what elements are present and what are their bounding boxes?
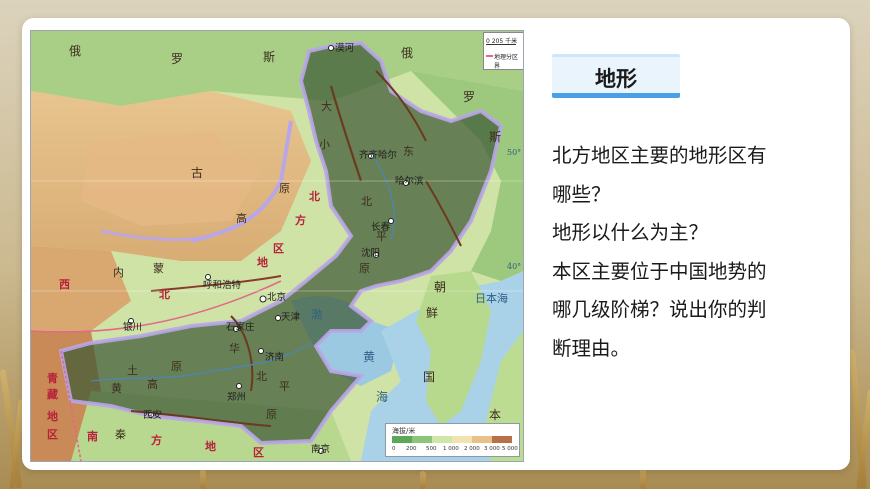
elevation-tick: 5 000 xyxy=(502,446,518,452)
map-label-loess: 黄 xyxy=(111,382,122,395)
map-label-mongolia: 古 xyxy=(191,166,204,180)
map-label-shijiazhuang: 石家庄 xyxy=(226,322,255,333)
elevation-swatch xyxy=(412,436,432,443)
map-label-xingan: 小 xyxy=(319,138,330,151)
map-label-yellow-sea: 海 xyxy=(376,390,389,404)
map-label-russia-east: 俄 xyxy=(401,46,414,60)
elevation-tick: 500 xyxy=(426,446,437,452)
question-line: 本区主要位于中国地势的 xyxy=(552,259,767,283)
elevation-swatch xyxy=(432,436,452,443)
map-label-north-region: 区 xyxy=(273,242,284,255)
map-label-bohai: 渤 xyxy=(311,308,322,321)
map-label-loess: 原 xyxy=(171,360,182,373)
map-label-plateau: 原 xyxy=(279,182,290,195)
map-label-yinchuan: 银川 xyxy=(123,322,143,333)
boundary-line-swatch xyxy=(486,55,493,57)
map-label-north-region: 北 xyxy=(309,190,320,203)
elevation-legend-title: 海拔/米 xyxy=(392,427,416,435)
elevation-swatch xyxy=(492,436,512,443)
question-line: 北方地区主要的地形区有 xyxy=(552,144,767,167)
map-label-loess: 高 xyxy=(147,378,158,391)
elevation-tick: 1 000 xyxy=(443,446,459,452)
section-header: 地形 xyxy=(552,54,680,98)
map-label-huabei: 华 xyxy=(229,342,240,355)
elevation-swatch xyxy=(392,436,412,443)
map-label-huabei: 平 xyxy=(279,380,290,393)
map-label-russia-east: 斯 xyxy=(489,130,502,144)
elevation-tick: 200 xyxy=(406,446,417,452)
map-label-qingzang: 藏 xyxy=(47,388,58,401)
elevation-tick: 0 xyxy=(392,446,396,452)
map-label-korea-south: 国 xyxy=(423,370,436,384)
map-label-korea: 朝 xyxy=(434,280,447,294)
map-label-north-region: 方 xyxy=(295,214,306,227)
map-label-mohe: 漠河 xyxy=(335,43,355,54)
question-line: 哪些？ xyxy=(552,182,611,206)
map-label-korea: 鲜 xyxy=(426,306,439,320)
map-label-russia: 俄 xyxy=(69,44,82,58)
map-label-beijing: 北京 xyxy=(267,292,287,303)
elevation-tick: 3 000 xyxy=(484,446,500,452)
map-label-northwest: 西 xyxy=(59,278,70,291)
map-label-xian: 西安 xyxy=(143,410,163,421)
elevation-color-bar xyxy=(392,436,512,443)
map-label-loess: 土 xyxy=(127,364,138,377)
map-label-shenyang: 沈阳 xyxy=(361,248,381,259)
map-label-daxinganling: 大 xyxy=(321,100,332,113)
map-label-yellow-sea: 黄 xyxy=(363,350,376,364)
elevation-swatch xyxy=(472,436,492,443)
map-label-south-region: 方 xyxy=(151,434,162,447)
scale-bar xyxy=(486,44,516,45)
map-label-south-region: 地 xyxy=(205,440,216,453)
map-label-sea-of-japan: 日本海 xyxy=(475,292,508,305)
map-scale-box: 0 205 千米 地理分区界 xyxy=(483,32,523,70)
question-line: 哪几级阶梯？说出你的判 xyxy=(552,298,767,321)
section-title: 地形 xyxy=(595,67,637,91)
map-label-jinan: 济南 xyxy=(265,352,285,363)
map-label-latitude: 50° xyxy=(507,148,522,157)
elevation-legend: 海拔/米 0 200 500 1 000 2 000 3 000 5 000 xyxy=(385,423,520,457)
map-label-plain: 原 xyxy=(359,262,370,275)
elevation-swatch xyxy=(452,436,472,443)
map-label-qingzang: 青 xyxy=(47,372,58,385)
map-label-zhengzhou: 郑州 xyxy=(227,392,247,403)
map-label-huabei: 北 xyxy=(256,370,267,383)
map-label-neimeng: 内 xyxy=(113,266,124,279)
question-line: 断理由。 xyxy=(552,336,631,360)
map-label-latitude: 40° xyxy=(507,262,522,271)
map-label-qingzang: 地 xyxy=(47,410,58,423)
map-label-qiqihaer: 齐齐哈尔 xyxy=(359,150,398,161)
map-label-qinling: 秦 xyxy=(115,428,126,441)
map-label-qingzang: 区 xyxy=(47,428,58,441)
north-china-terrain-map: 0 205 千米 地理分区界 海拔/米 0 200 500 1 000 2 00… xyxy=(30,30,524,462)
map-label-nanjing: 南京 xyxy=(311,444,331,455)
map-label-south-region: 区 xyxy=(253,446,264,459)
map-label-northeast: 东 xyxy=(403,145,414,158)
elevation-tick: 2 000 xyxy=(464,446,480,452)
map-label-huabei: 原 xyxy=(266,408,277,421)
map-label-northwest: 北 xyxy=(159,288,170,301)
map-label-northeast: 北 xyxy=(361,195,372,208)
map-label-japan: 本 xyxy=(489,408,502,422)
map-label-haerbin: 哈尔滨 xyxy=(395,176,424,187)
map-label-neimeng: 蒙 xyxy=(153,262,164,275)
question-text: 北方地区主要的地形区有 哪些？ 地形以什么为主？ 本区主要位于中国地势的 哪几级… xyxy=(552,137,802,368)
map-label-russia: 斯 xyxy=(263,50,276,64)
map-label-south-region: 南 xyxy=(87,430,98,443)
map-label-tianjin: 天津 xyxy=(281,312,301,323)
map-label-north-region: 地 xyxy=(257,256,268,269)
map-label-russia: 罗 xyxy=(171,52,184,66)
map-label-russia-east: 罗 xyxy=(463,90,476,104)
map-label-plateau: 高 xyxy=(236,212,247,225)
map-label-huhehaote: 呼和浩特 xyxy=(203,280,242,291)
elevation-ticks: 0 200 500 1 000 2 000 3 000 5 000 xyxy=(388,446,519,455)
boundary-legend: 地理分区界 xyxy=(494,54,519,70)
map-label-changchun: 长春 xyxy=(371,222,391,233)
question-line: 地形以什么为主？ xyxy=(552,221,709,244)
